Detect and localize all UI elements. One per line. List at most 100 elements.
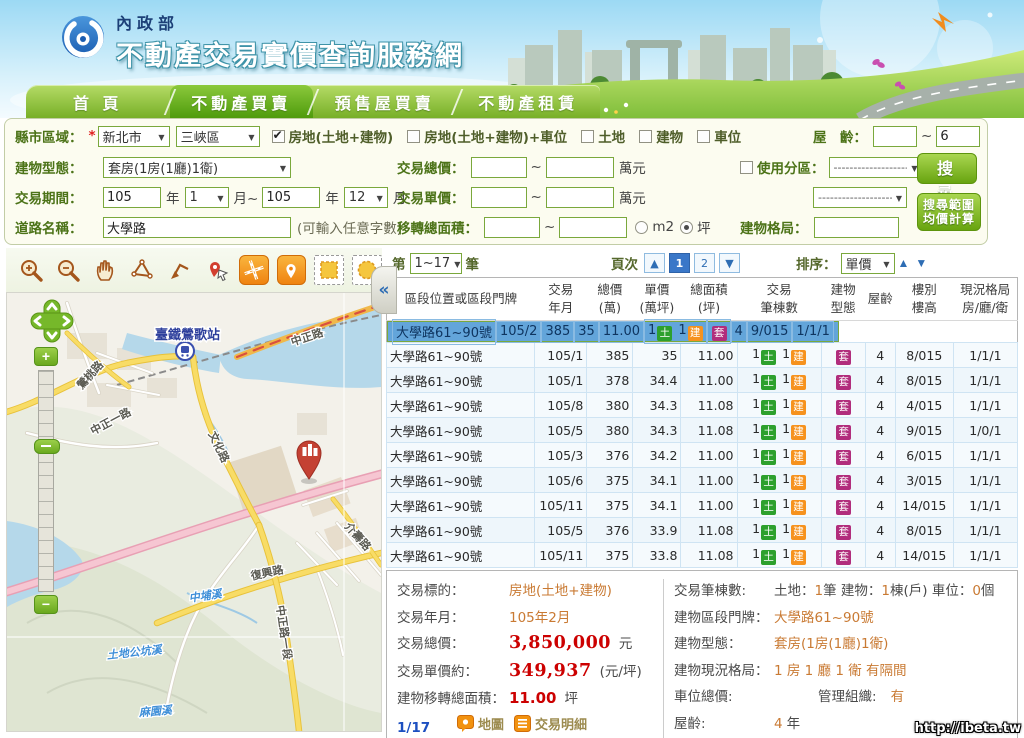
table-row[interactable]: 大學路61~90號 105/2 385 35 11.00 1土1建 套 4 9/… [387, 321, 839, 342]
month-tilde: 月~ [234, 187, 259, 207]
marker-layer-tool[interactable] [277, 255, 306, 285]
tab-home[interactable]: 首 頁 [26, 85, 170, 118]
unit-m2-radio[interactable]: m2 [635, 219, 674, 235]
cell-unit: 34.4 [633, 368, 681, 393]
cell-unit: 34.1 [633, 493, 681, 518]
city-select[interactable]: 新北市 [98, 126, 170, 147]
management-label: 管理組織: [818, 685, 877, 705]
range-average-button[interactable]: 搜尋範圍均價計算 [917, 193, 981, 231]
transaction-detail-button[interactable]: 交易明細 [514, 714, 587, 733]
zone-checkbox[interactable]: 使用分區： [740, 157, 825, 177]
land-badge: 土 [761, 500, 776, 515]
table-header-row: 區段位置或區段門牌 交易 年月 總價 (萬) 單價 (萬坪) 總面積 (坪) 交… [387, 278, 1018, 321]
results-pane: « 第 1~17 筆 頁次 ▲ 1 2 ▼ 排序： 單價 ▲ ▼ 區段位置或區段… [386, 250, 1022, 738]
road-layer-tool[interactable] [239, 255, 268, 285]
pin-select-tool[interactable] [202, 255, 231, 285]
category-land-building-checkbox[interactable]: 房地(土地+建物) [272, 126, 394, 146]
page-next-button[interactable]: ▼ [719, 253, 740, 273]
cell-unit: 35 [574, 321, 599, 343]
month-to-select[interactable]: 12 [344, 187, 388, 208]
chevron-down-icon [244, 129, 254, 144]
category-land-building-parking-checkbox[interactable]: 房地(土地+建物)+車位 [407, 126, 567, 146]
map-zoom-out-button[interactable] [34, 595, 58, 614]
table-row[interactable]: 大學路61~90號 105/5 380 34.3 11.08 1土1建 套 4 … [387, 418, 1018, 443]
building-badge: 建 [791, 375, 806, 390]
page-prev-button[interactable]: ▲ [644, 253, 665, 273]
month-from-select[interactable]: 1 [185, 187, 229, 208]
collapse-panel-button[interactable]: « [371, 266, 397, 314]
map-zoom-slider[interactable] [38, 370, 54, 592]
sort-select[interactable]: 單價 [841, 253, 895, 274]
polygon-measure-tool[interactable] [128, 255, 157, 285]
table-row[interactable]: 大學路61~90號 105/8 380 34.3 11.08 1土1建 套 4 … [387, 393, 1018, 418]
tab-real-estate-sale[interactable]: 不動產買賣 [170, 85, 314, 118]
table-row[interactable]: 大學路61~90號 105/1 385 35 11.00 1土1建 套 4 8/… [387, 343, 1018, 368]
cell-floor: 14/015 [895, 493, 953, 518]
year-to-input[interactable] [262, 187, 320, 208]
category-parking-checkbox[interactable]: 車位 [697, 126, 741, 146]
cell-floor: 8/015 [895, 343, 953, 368]
zoom-out-tool[interactable] [53, 255, 82, 285]
land-count: 1 [752, 346, 760, 361]
building-type-select[interactable]: 套房(1房(1廳)1衛) [103, 157, 291, 178]
map-button[interactable]: 地圖 [457, 714, 504, 733]
table-row[interactable]: 大學路61~90號 105/11 375 33.8 11.08 1土1建 套 4… [387, 543, 1018, 568]
category-building-checkbox[interactable]: 建物 [639, 126, 683, 146]
category-land-checkbox[interactable]: 土地 [581, 126, 625, 146]
pan-hand-tool[interactable] [90, 255, 119, 285]
search-filter-panel: 縣市區域： * 新北市 三峽區 房地(土地+建物) 房地(土地+建物)+車位 土… [4, 118, 988, 245]
district-select[interactable]: 三峽區 [176, 126, 260, 147]
layout-input[interactable] [814, 217, 899, 238]
unit-ping-radio[interactable]: 坪 [680, 217, 711, 237]
sort-asc-button[interactable]: ▲ [895, 256, 913, 270]
map-canvas[interactable]: 臺鐵鶯歌站 鶯桃路 中正一路 文化路 復興路 中正路一段 介壽路 中正路 中埔溪… [6, 292, 382, 732]
map-zoom-in-button[interactable] [34, 347, 58, 366]
suite-badge: 套 [836, 375, 851, 390]
cell-total: 385 [541, 321, 574, 343]
page-1-button[interactable]: 1 [669, 253, 690, 273]
unit-price-min-input[interactable] [471, 187, 527, 208]
record-range-select[interactable]: 1~17 [410, 253, 462, 274]
area-min-input[interactable] [484, 217, 540, 238]
search-button[interactable]: 搜 尋 [917, 153, 977, 184]
page-2-button[interactable]: 2 [694, 253, 715, 273]
table-row[interactable]: 大學路61~90號 105/5 376 33.9 11.08 1土1建 套 4 … [387, 518, 1018, 543]
count-land-value: 1 [815, 583, 824, 599]
unit-price-max-input[interactable] [546, 187, 614, 208]
total-price-max-input[interactable] [546, 157, 614, 178]
cell-address: 大學路61~90號 [387, 468, 535, 493]
total-price-value: 3,850,000 [509, 633, 611, 653]
cell-total: 380 [587, 393, 633, 418]
cell-count: 1土1建 [737, 393, 821, 418]
cell-area: 11.00 [681, 343, 737, 368]
tab-rent[interactable]: 不動產租賃 [457, 85, 601, 118]
table-row[interactable]: 大學路61~90號 105/1 378 34.4 11.00 1土1建 套 4 … [387, 368, 1018, 393]
sort-desc-button[interactable]: ▼ [912, 256, 930, 270]
detail-pager: 1/17 [397, 720, 457, 736]
road-name-input[interactable] [103, 217, 291, 238]
map-pan-control[interactable] [29, 298, 75, 344]
tilde: ~ [544, 219, 555, 235]
area-max-input[interactable] [559, 217, 627, 238]
tab-presale[interactable]: 預售屋買賣 [313, 85, 457, 118]
building-count: 1 [782, 546, 790, 561]
rectangle-select-tool[interactable] [314, 255, 344, 285]
zoom-in-tool[interactable] [16, 255, 45, 285]
table-row[interactable]: 大學路61~90號 105/3 376 34.2 11.00 1土1建 套 4 … [387, 443, 1018, 468]
zone-select[interactable]: ------------------- [829, 157, 923, 178]
age-min-input[interactable] [873, 126, 917, 147]
cell-age: 4 [865, 418, 895, 443]
table-row[interactable]: 大學路61~90號 105/6 375 34.1 11.00 1土1建 套 4 … [387, 468, 1018, 493]
age-max-input[interactable] [936, 126, 980, 147]
building-badge: 建 [791, 550, 806, 565]
table-row[interactable]: 大學路61~90號 105/11 375 34.1 11.00 1土1建 套 4… [387, 493, 1018, 518]
zone-select-secondary[interactable]: ------------------- [813, 187, 907, 208]
total-price-min-input[interactable] [471, 157, 527, 178]
year-from-input[interactable] [103, 187, 161, 208]
cell-address: 大學路61~90號 [387, 443, 535, 468]
sort-label: 排序： [796, 253, 837, 273]
distance-measure-tool[interactable] [165, 255, 194, 285]
unit-price-unit: (元/坪) [600, 660, 642, 680]
map-zoom-handle[interactable] [34, 439, 60, 454]
col-building-type: 建物 型態 [821, 278, 865, 321]
